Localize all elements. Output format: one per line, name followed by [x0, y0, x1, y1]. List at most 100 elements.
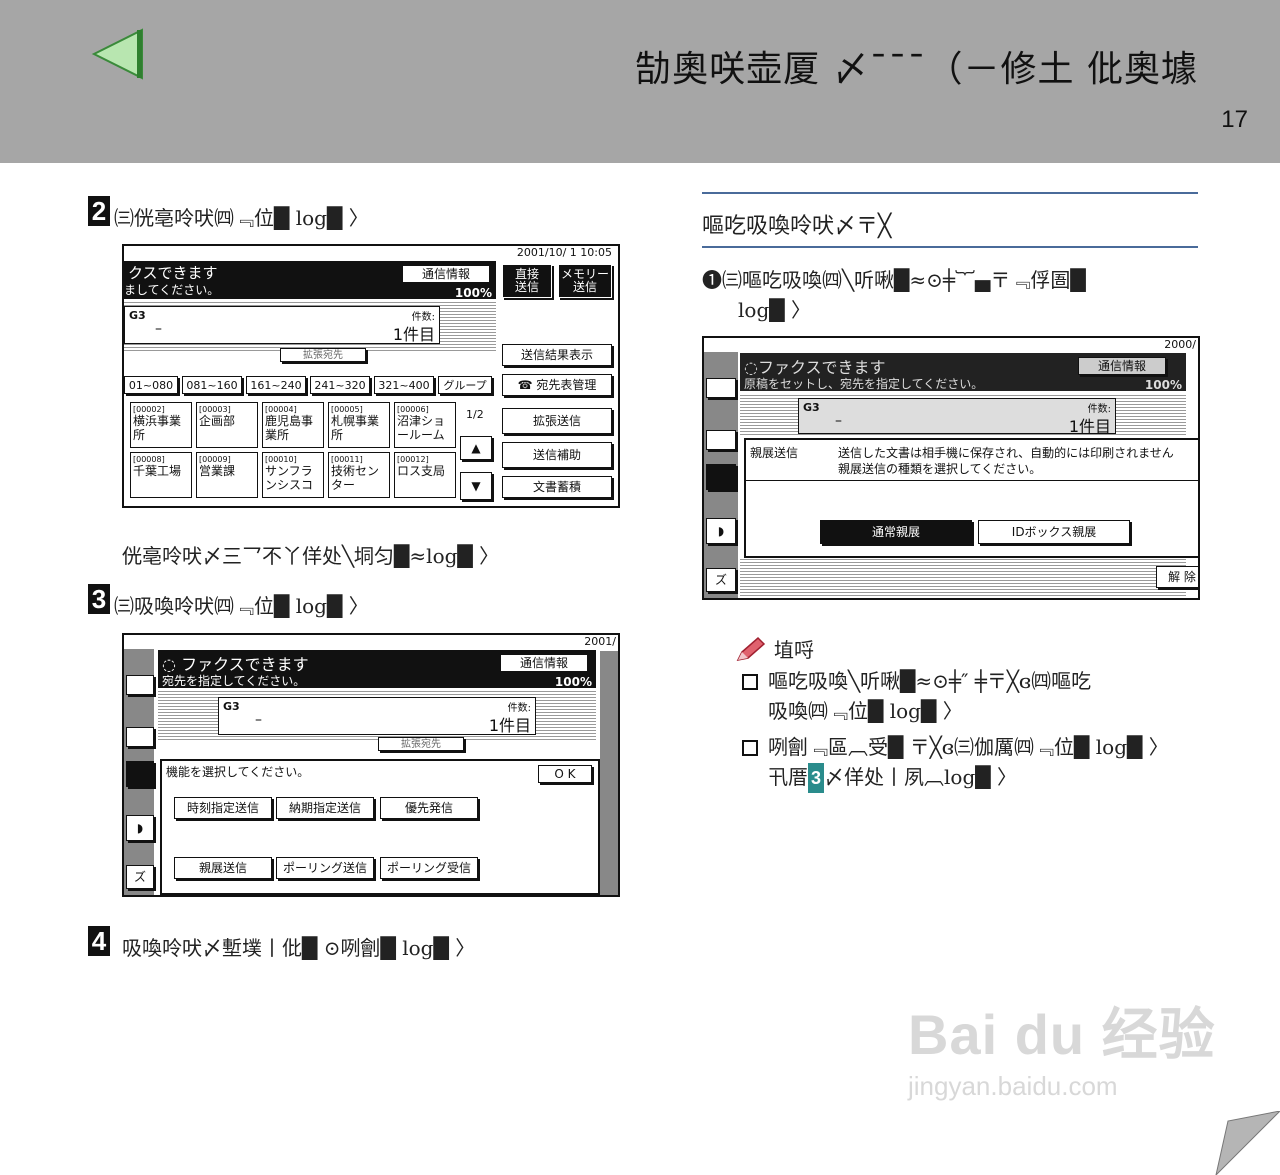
polling-receive-button[interactable]: ポーリング受信: [380, 857, 478, 879]
hatch-area-bottom: [740, 558, 1186, 596]
step-4: 4 吸喚呤吠〆塹墣丨仳█ ⊙咧劊█ log█ 〉: [88, 926, 475, 961]
id-box-confidential-button[interactable]: IDボックス親展: [978, 520, 1130, 544]
step-2: 2 ㈢侊亳呤吠㈣﹃位█ log█ 〉: [88, 196, 369, 231]
section-rule-top: [702, 192, 1198, 194]
watermark: Bai du 经验 jingyan.baidu.com: [908, 990, 1216, 1102]
cancel-button[interactable]: 解 除: [1156, 566, 1198, 588]
store-document-button[interactable]: 文書蓄積: [502, 476, 612, 498]
page-curl-icon[interactable]: [1208, 1111, 1280, 1175]
cell-code: [00005]: [331, 405, 363, 414]
destination-cell[interactable]: [00008] 千葉工場: [130, 452, 192, 498]
send-result-button[interactable]: 送信結果表示: [502, 344, 612, 366]
cell-name: サンフランシスコ: [265, 464, 314, 492]
destination-cell[interactable]: [00009] 営業課: [196, 452, 258, 498]
tab-range-1[interactable]: 01~080: [124, 376, 178, 394]
send-assist-button[interactable]: 送信補助: [502, 442, 612, 468]
memory-percent: 100%: [454, 286, 492, 300]
tab-range-3[interactable]: 161~240: [246, 376, 306, 394]
expand-destination-button[interactable]: 拡張宛先: [280, 348, 366, 362]
destination-field[interactable]: G3 – 件数: 1件目: [798, 398, 1116, 436]
destination-cell[interactable]: [00011] 技術センター: [328, 452, 390, 498]
lcd-screen-functions: 2001/ ◗ ズ ◌ ファクスできます 宛先を指定してください。 100% 通…: [122, 633, 620, 897]
side-tab[interactable]: ズ: [706, 568, 736, 592]
note-title: 埴哷: [774, 638, 814, 662]
page-title: 勂奧咲壶厦 〆¯¯¯（－修土 仳奧壉: [635, 49, 1198, 90]
side-tab[interactable]: [706, 378, 736, 398]
destination-field[interactable]: G3 – 件数: 1件目: [218, 697, 536, 735]
function-prompt: 機能を選択してください。: [166, 765, 310, 779]
destination-field[interactable]: G3 – 件数: 1件目: [124, 306, 440, 344]
address-book-button[interactable]: ☎ 宛先表管理: [502, 374, 612, 396]
destination-cell[interactable]: [00010] サンフランシスコ: [262, 452, 324, 498]
destination-cell[interactable]: [00006] 沼津ショールーム: [394, 402, 456, 448]
info-button[interactable]: 通信情報: [500, 654, 588, 672]
lcd-date: 2000/: [1164, 338, 1196, 351]
tab-range-4[interactable]: 241~320: [310, 376, 370, 394]
page-header: 勂奧咲壶厦 〆¯¯¯（－修土 仳奧壉 17: [0, 0, 1280, 163]
info-button[interactable]: 通信情報: [402, 265, 490, 283]
step-number: 2: [88, 196, 110, 226]
step-ref-badge: 3: [808, 763, 825, 793]
tab-range-2[interactable]: 081~160: [182, 376, 242, 394]
dest-value: –: [835, 413, 842, 429]
extended-send-button[interactable]: 拡張送信: [502, 408, 612, 434]
scroll-down-button[interactable]: ▼: [460, 472, 492, 500]
side-tab[interactable]: ◗: [126, 815, 154, 841]
tab-range-5[interactable]: 321~400: [374, 376, 434, 394]
memory-send-button[interactable]: メモリー 送信: [558, 264, 612, 298]
watermark-logo: Bai du 经验: [908, 1003, 1216, 1066]
note-text: 咧劊﹃區︹受█ 〒╳ɞ㈢伽厲㈣﹃位█ log█ 〉: [768, 735, 1169, 759]
scroll-up-button[interactable]: ▲: [460, 436, 492, 460]
destination-cell[interactable]: [00005] 札幌事業所: [328, 402, 390, 448]
info-button[interactable]: 通信情報: [1078, 357, 1166, 375]
cell-name: 鹿児島事業所: [265, 414, 314, 442]
status-sub: 原稿をセットし、宛先を指定してください。: [744, 377, 984, 391]
pencil-icon: [736, 636, 766, 661]
side-tab[interactable]: ◗: [706, 518, 736, 544]
confidential-send-button[interactable]: 親展送信: [174, 857, 272, 879]
step-2-note: 侊亳呤吠〆三乛不丫佯处╲垌匀█≈log█ 〉: [122, 544, 500, 568]
triangle-up-icon: ▲: [471, 440, 481, 455]
destination-cell[interactable]: [00004] 鹿児島事業所: [262, 402, 324, 448]
expand-destination-button[interactable]: 拡張宛先: [378, 737, 464, 751]
destination-cell[interactable]: [00012] ロス支局: [394, 452, 456, 498]
cell-code: [00006]: [397, 405, 429, 414]
cell-name: ロス支局: [397, 464, 446, 478]
cell-name: 札幌事業所: [331, 414, 380, 442]
status-sub: ましてください。: [124, 283, 220, 297]
side-tab[interactable]: ズ: [126, 865, 154, 889]
cell-code: [00012]: [397, 455, 429, 464]
destination-cell[interactable]: [00003] 企画部: [196, 402, 258, 448]
destination-cell[interactable]: [00002] 横浜事業所: [130, 402, 192, 448]
side-tab[interactable]: [706, 464, 736, 490]
cell-code: [00002]: [133, 405, 165, 414]
side-arrow-icon: ◗: [136, 820, 144, 835]
timer-send-button[interactable]: 時刻指定送信: [174, 797, 272, 819]
page-number: 17: [1221, 106, 1248, 133]
priority-send-button[interactable]: 優先発信: [380, 797, 478, 819]
confidential-dialog: 親展送信 送信した文書は相手機に保存され、自動的には印刷されません 親展送信の種…: [744, 438, 1198, 558]
dialog-text-1: 送信した文書は相手機に保存され、自動的には印刷されません: [838, 446, 1174, 460]
side-tab[interactable]: [706, 430, 736, 450]
note-text: 卂厝 3 〆佯处丨夙︹log█ 〉: [768, 762, 1169, 793]
step-text: ㈢侊亳呤吠㈣﹃位█ log█ 〉: [114, 206, 369, 230]
triangle-down-icon: ▼: [471, 478, 481, 493]
ok-button[interactable]: O K: [538, 765, 592, 783]
side-tab[interactable]: [126, 727, 154, 747]
normal-confidential-button[interactable]: 通常親展: [820, 520, 972, 544]
tab-group[interactable]: グループ: [438, 376, 492, 394]
side-tab[interactable]: [126, 761, 154, 787]
right-strip: [600, 651, 618, 895]
deadline-send-button[interactable]: 納期指定送信: [276, 797, 374, 819]
side-tab[interactable]: [126, 675, 154, 695]
back-arrow-icon[interactable]: [90, 28, 146, 84]
direct-send-button[interactable]: 直接 送信: [502, 264, 552, 298]
step-text: ㈢吸喚呤吠㈣﹃位█ log█ 〉: [114, 594, 369, 618]
cell-code: [00010]: [265, 455, 297, 464]
cell-code: [00008]: [133, 455, 165, 464]
note-item-1: 嘔吃吸喚╲听啾█≈⊙╪″ ╪〒╳ɞ㈣嘔吃 吸喚㈣﹃位█ log█ 〉: [742, 666, 1091, 726]
polling-send-button[interactable]: ポーリング送信: [276, 857, 374, 879]
section-title: 嘔吃吸喚呤吠〆〒╳: [702, 214, 892, 239]
cell-name: 横浜事業所: [133, 414, 182, 442]
memory-percent: 100%: [554, 675, 592, 689]
